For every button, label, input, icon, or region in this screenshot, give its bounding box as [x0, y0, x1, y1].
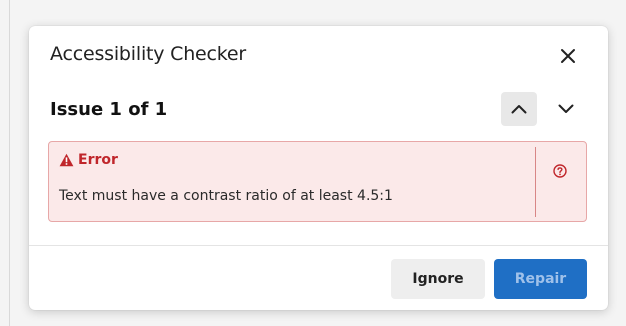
accessibility-checker-dialog: Accessibility Checker Issue 1 of 1 Error… [29, 26, 608, 310]
page-edge-line [9, 0, 10, 326]
previous-issue-button[interactable] [501, 92, 537, 126]
next-issue-button[interactable] [549, 92, 583, 126]
issue-counter: Issue 1 of 1 [50, 99, 168, 120]
error-divider [535, 147, 536, 217]
error-message: Text must have a contrast ratio of at le… [59, 188, 393, 204]
footer-divider [29, 245, 608, 246]
error-panel: Error Text must have a contrast ratio of… [48, 141, 587, 222]
error-header: Error [59, 152, 118, 168]
error-label: Error [78, 152, 118, 168]
close-button[interactable] [555, 43, 581, 69]
help-circle-icon [553, 164, 567, 178]
chevron-up-icon [511, 105, 527, 114]
dialog-title: Accessibility Checker [50, 43, 247, 65]
chevron-down-icon [558, 104, 574, 113]
close-icon [561, 49, 575, 63]
repair-button[interactable]: Repair [494, 259, 587, 299]
warning-triangle-icon [59, 153, 74, 167]
ignore-button[interactable]: Ignore [391, 259, 485, 299]
help-button[interactable] [550, 161, 570, 181]
